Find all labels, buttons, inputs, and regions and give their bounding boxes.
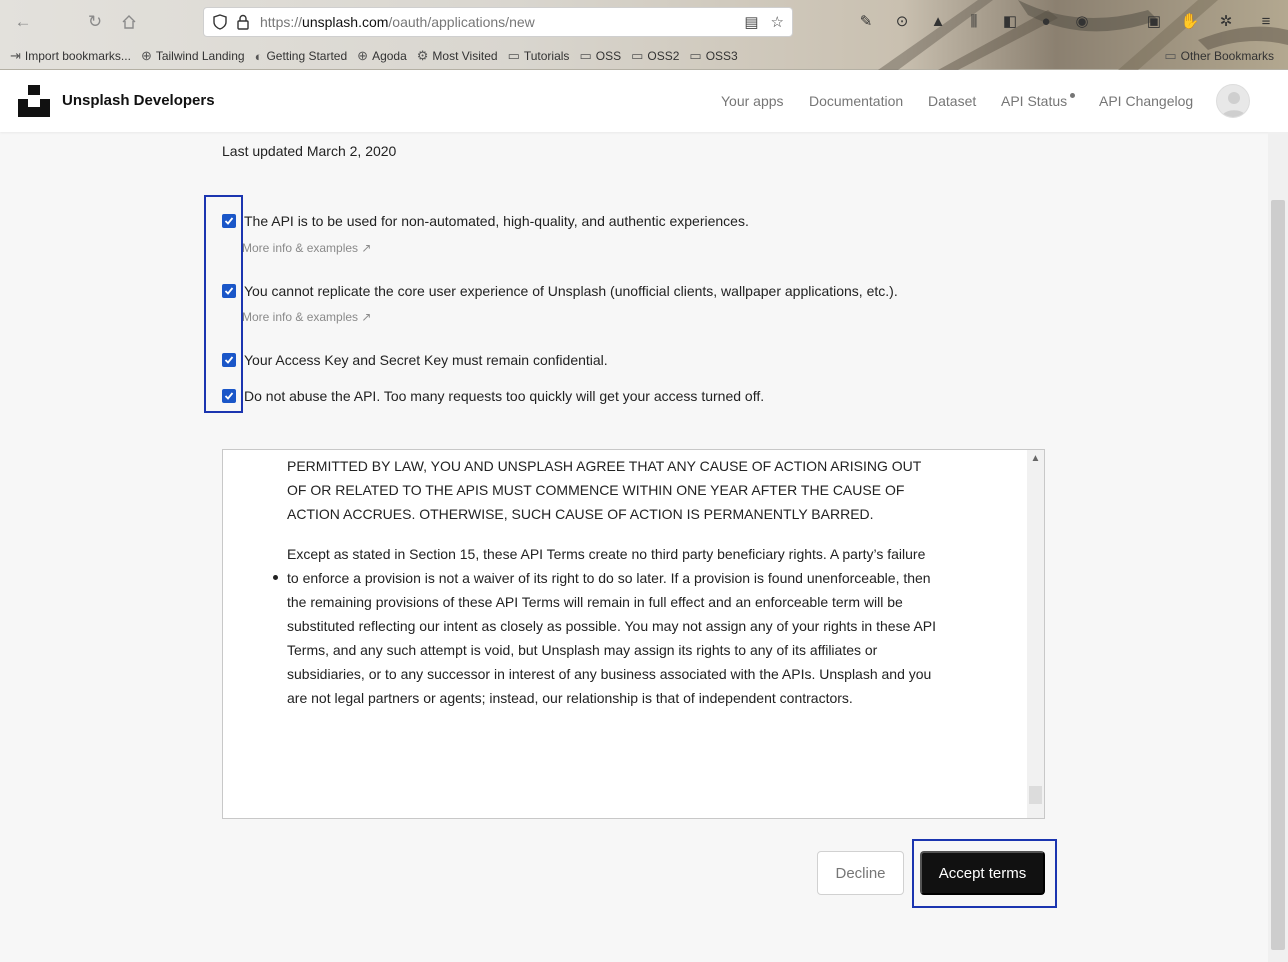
reader-view-icon[interactable]: ▤ (744, 13, 758, 31)
nav-api-changelog[interactable]: API Changelog (1099, 93, 1193, 109)
checkmark-icon (224, 356, 234, 364)
checkmark-icon (224, 217, 234, 225)
bookmark-label: Import bookmarks... (24, 49, 131, 63)
user-avatar-icon (1222, 92, 1246, 117)
bookmark-getting-started[interactable]: ◐ Getting Started (255, 49, 348, 64)
rule-1-text[interactable]: The API is to be used for non-automated,… (244, 213, 749, 229)
rule-2-more-info-link[interactable]: More info & examples ↗ (242, 310, 371, 324)
scrollbar-thumb[interactable] (1029, 786, 1042, 804)
url-path: /oauth/applications/new (388, 14, 535, 30)
browser-toolbar: ← ↻ https://unsplash.com/oauth/applicati… (0, 0, 1288, 70)
bookmark-label: Tailwind Landing (155, 49, 245, 63)
bookmark-label: Getting Started (266, 49, 348, 63)
bookmark-tailwind-landing[interactable]: ⊕ Tailwind Landing (141, 48, 245, 64)
terms-paragraph: PERMITTED BY LAW, YOU AND UNSPLASH AGREE… (287, 458, 922, 522)
lock-icon[interactable] (236, 14, 250, 30)
nav-api-status[interactable]: API Status (1001, 93, 1067, 109)
bookmark-most-visited[interactable]: ⚙ Most Visited (417, 48, 498, 64)
bookmark-label: OSS2 (647, 49, 680, 63)
reload-button[interactable]: ↻ (82, 9, 108, 35)
pocket-icon[interactable]: ⊙ (891, 10, 913, 32)
brand-name[interactable]: Unsplash Developers (62, 92, 215, 109)
bookmark-label: OSS3 (705, 49, 738, 63)
url-host: unsplash.com (302, 14, 389, 30)
folder-icon: ▭ (1164, 48, 1177, 63)
rule-1-checkbox[interactable] (222, 214, 236, 228)
rule-4-text[interactable]: Do not abuse the API. Too many requests … (244, 388, 764, 404)
library-icon[interactable]: ⫼ (963, 10, 985, 32)
url-scheme: https:// (260, 14, 303, 30)
bookmark-label: Most Visited (432, 49, 498, 63)
gear-icon: ⚙ (416, 48, 429, 63)
rule-2-text[interactable]: You cannot replicate the core user exper… (244, 283, 898, 299)
nav-your-apps[interactable]: Your apps (721, 93, 784, 109)
reload-icon: ↻ (87, 12, 103, 31)
bookmark-label: Agoda (372, 49, 407, 63)
sidebar-icon[interactable]: ◧ (999, 10, 1021, 32)
globe-icon: ⊕ (357, 48, 369, 63)
bookmark-star-icon[interactable]: ☆ (771, 13, 784, 31)
page-scrollbar-thumb[interactable] (1271, 200, 1285, 950)
folder-icon: ▭ (579, 48, 592, 63)
rule-1-more-info-link[interactable]: More info & examples ↗ (242, 241, 371, 255)
rule-3-text[interactable]: Your Access Key and Secret Key must rema… (244, 352, 608, 368)
bookmark-label: Tutorials (523, 49, 570, 63)
bookmark-folder-oss3[interactable]: ▭ OSS3 (689, 48, 737, 64)
extension-puzzle-icon[interactable]: ✎ (855, 10, 877, 32)
extension-gnome-icon[interactable]: ✋ (1179, 10, 1201, 32)
extension-react-icon[interactable]: ✲ (1215, 10, 1237, 32)
bookmarks-toolbar: ⇥ Import bookmarks... ⊕ Tailwind Landing ◐… (0, 44, 1288, 68)
rule-3-checkbox[interactable] (222, 353, 236, 367)
bookmark-label: OSS (595, 49, 622, 63)
url-text[interactable]: https://unsplash.com/oauth/applications/… (260, 14, 535, 30)
last-updated: Last updated March 2, 2020 (222, 143, 397, 159)
extension-twd-icon[interactable]: ● (1035, 10, 1057, 32)
extension-note-icon[interactable]: ▣ (1143, 10, 1165, 32)
back-arrow-icon: ← (14, 12, 32, 31)
tracking-protection-shield-icon[interactable] (212, 14, 228, 30)
home-button[interactable] (116, 9, 142, 35)
scroll-up-arrow-icon[interactable]: ▲ (1030, 454, 1041, 464)
site-header: Unsplash Developers Your apps Documentat… (0, 70, 1288, 132)
home-icon (122, 15, 136, 29)
rule-2-checkbox[interactable] (222, 284, 236, 298)
avatar[interactable] (1216, 84, 1250, 118)
folder-icon: ▭ (631, 48, 644, 63)
other-bookmarks-label: Other Bookmarks (1180, 49, 1274, 63)
api-status-indicator (1070, 93, 1075, 98)
folder-icon: ▭ (689, 48, 702, 63)
checkmark-icon (224, 287, 234, 295)
bookmark-folder-oss2[interactable]: ▭ OSS2 (631, 48, 679, 64)
other-bookmarks[interactable]: ▭ Other Bookmarks (1164, 48, 1274, 64)
firefox-icon: ◐ (254, 48, 263, 64)
rule-4-checkbox[interactable] (222, 389, 236, 403)
menu-icon[interactable]: ≡ (1255, 10, 1277, 32)
terms-scrollbar[interactable]: ▲ (1027, 450, 1044, 818)
extension-globe-icon[interactable]: ◉ (1071, 10, 1093, 32)
terms-content: PERMITTED BY LAW, YOU AND UNSPLASH AGREE… (287, 454, 937, 726)
bookmark-agoda[interactable]: ⊕ Agoda (357, 48, 407, 64)
bookmark-import[interactable]: ⇥ Import bookmarks... (10, 48, 131, 64)
folder-icon: ▭ (507, 48, 520, 63)
checkmark-icon (224, 392, 234, 400)
bookmark-folder-oss[interactable]: ▭ OSS (579, 48, 621, 64)
back-button[interactable]: ← (10, 9, 36, 35)
decline-button[interactable]: Decline (817, 851, 904, 895)
terms-paragraph: Except as stated in Section 15, these AP… (287, 546, 937, 706)
nav-documentation[interactable]: Documentation (809, 93, 903, 109)
import-icon: ⇥ (10, 48, 21, 63)
accept-terms-button[interactable]: Accept terms (920, 851, 1045, 895)
globe-icon: ⊕ (140, 48, 152, 63)
bookmark-folder-tutorials[interactable]: ▭ Tutorials (508, 48, 570, 64)
unsplash-logo-icon[interactable] (18, 85, 50, 117)
page-scrollbar[interactable] (1268, 132, 1288, 962)
extension-triangle-icon[interactable]: ▲ (927, 10, 949, 32)
list-bullet (273, 575, 278, 580)
nav-dataset[interactable]: Dataset (928, 93, 976, 109)
url-bar[interactable]: https://unsplash.com/oauth/applications/… (203, 7, 793, 37)
terms-scroll-box[interactable]: PERMITTED BY LAW, YOU AND UNSPLASH AGREE… (222, 449, 1045, 819)
